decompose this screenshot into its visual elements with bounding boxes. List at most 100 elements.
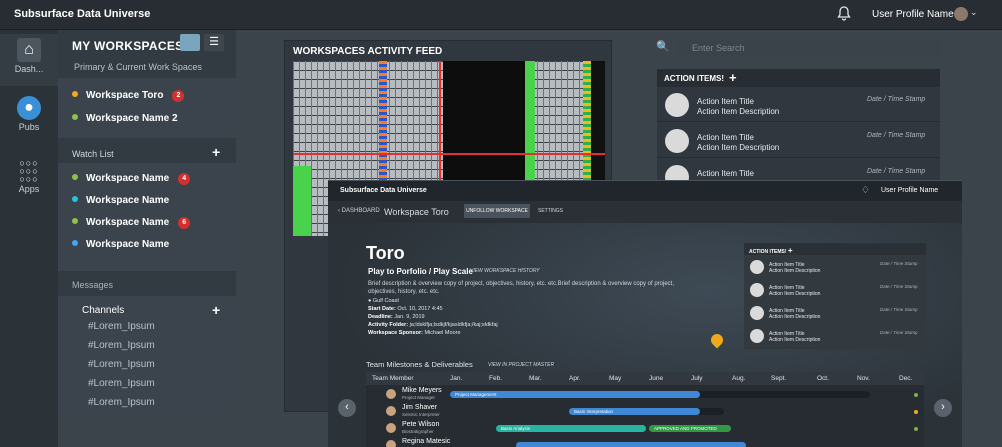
workspace-name: Workspace Name xyxy=(86,239,170,250)
left-rail: ⌂ Dash... ● Pubs ○○○ ○○○ ○○○ Apps xyxy=(0,30,58,447)
action-avatar xyxy=(750,306,764,320)
search-icon: 🔍 xyxy=(656,41,670,53)
action-timestamp: Date / Time Stamp xyxy=(867,168,926,175)
workspace-item[interactable]: Workspace Name xyxy=(72,195,169,213)
history-link[interactable]: VIEW WORKSPACE HISTORY xyxy=(470,268,540,274)
overlay-workspace-name: Workspace Toro xyxy=(384,207,449,217)
add-channel-icon[interactable]: + xyxy=(212,302,220,318)
avatar xyxy=(386,423,396,433)
depth-marker[interactable] xyxy=(293,153,605,155)
deadline: Deadline: Jan. 9, 2019 xyxy=(368,314,425,320)
action-items-title: ACTION ITEMS! xyxy=(664,74,724,83)
list-view-icon[interactable]: ☰ xyxy=(204,34,224,51)
milestones-title: Team Milestones & Deliverables xyxy=(366,360,473,369)
next-arrow-icon[interactable]: › xyxy=(934,399,952,417)
channel-item[interactable]: #Lorem_Ipsum xyxy=(88,340,155,351)
search-input[interactable] xyxy=(678,38,940,57)
settings-link[interactable]: SETTINGS xyxy=(538,208,563,214)
chevron-down-icon[interactable]: ⌄ xyxy=(970,7,978,18)
action-desc: Action Item Description xyxy=(697,143,780,152)
member-name: Pete Wilson xyxy=(402,421,440,428)
channel-item[interactable]: #Lorem_Ipsum xyxy=(88,378,155,389)
action-title: Action Item Title xyxy=(697,97,754,106)
pin-icon xyxy=(72,114,78,120)
tile-view-icon[interactable] xyxy=(180,34,200,51)
workspace-item[interactable]: Workspace Name xyxy=(72,239,169,257)
overlay-action-item[interactable]: Action Item Title Action Item Descriptio… xyxy=(744,256,926,279)
folder-value[interactable]: ja;ldsklfja;lsdkjf/kjasldkfja;/kaj;sldkf… xyxy=(410,322,498,328)
notification-badge: 4 xyxy=(178,173,191,185)
grid-icon: ○○○ ○○○ ○○○ xyxy=(19,158,39,184)
timeline-bar[interactable]: Basin Interpretation xyxy=(569,408,700,415)
workspace-description: Brief description & overview copy of pro… xyxy=(368,281,675,295)
action-timestamp: Date / Time Stamp xyxy=(867,96,926,103)
prev-arrow-icon[interactable]: ‹ xyxy=(338,399,356,417)
action-timestamp: Date / Time Stamp xyxy=(880,330,918,335)
start-value: Oct. 10, 2017 4:45 xyxy=(397,306,443,312)
add-action-icon[interactable]: + xyxy=(788,246,793,255)
add-action-icon[interactable]: + xyxy=(729,70,737,85)
globe-icon: ● xyxy=(17,96,41,120)
column-header: Team Member xyxy=(372,375,414,382)
action-item[interactable]: Action Item Title Action Item Descriptio… xyxy=(657,88,940,122)
watch-list: Workspace Name 4 Workspace Name Workspace… xyxy=(58,163,236,271)
action-desc: Action Item Description xyxy=(769,314,821,320)
back-link[interactable]: ‹ DASHBOARD xyxy=(338,208,380,214)
bell-icon[interactable] xyxy=(836,6,852,22)
avatar xyxy=(386,389,396,399)
avatar xyxy=(386,406,396,416)
profile-name[interactable]: User Profile Name xyxy=(872,9,954,20)
table-row[interactable]: Jim Shaver Seismic Interpreter Basin Int… xyxy=(366,403,924,420)
rail-item-apps[interactable]: ○○○ ○○○ ○○○ Apps xyxy=(0,154,58,206)
sponsor: Workspace Sponsor: Michael Moore xyxy=(368,330,461,336)
action-desc: Action Item Description xyxy=(769,337,821,343)
workspace-item[interactable]: Workspace Name 2 xyxy=(72,113,178,131)
unfollow-button[interactable]: UNFOLLOW WORKSPACE xyxy=(464,204,530,218)
timeline-bar[interactable] xyxy=(516,442,746,447)
overlay-action-item[interactable]: Action Item Title Action Item Descriptio… xyxy=(744,325,926,348)
rail-item-pubs[interactable]: ● Pubs xyxy=(0,92,58,144)
table-row[interactable]: Pete Wilson Biostratigrapher Basin Analy… xyxy=(366,420,924,437)
status-dot xyxy=(914,427,918,431)
workspace-name: Workspace Name xyxy=(86,195,170,206)
pin-icon xyxy=(72,218,78,224)
messages-label: Messages xyxy=(72,280,114,290)
add-watch-icon[interactable]: + xyxy=(212,144,220,160)
action-item[interactable]: Action Item Title Action Item Descriptio… xyxy=(657,124,940,158)
watch-list-label: Watch List xyxy=(72,149,114,159)
overlay-action-title: ACTION ITEMS! + xyxy=(749,246,793,255)
member-name: Regina Matesic xyxy=(402,438,451,445)
overlay-action-header: ACTION ITEMS! + xyxy=(744,243,926,255)
avatar[interactable] xyxy=(954,7,968,21)
bell-icon[interactable]: ♢ xyxy=(861,185,870,196)
column-header: May xyxy=(609,375,622,382)
rail-item-dashboard[interactable]: ⌂ Dash... xyxy=(0,34,58,86)
timeline-bar[interactable]: Basin Analysis xyxy=(496,425,646,432)
table-row[interactable]: Mike Meyers Project Manager Project Mana… xyxy=(366,386,924,403)
action-title: Action Item Title xyxy=(697,169,754,178)
table-row[interactable]: Regina Matesic xyxy=(366,437,924,447)
primary-workspaces: Workspace Toro 2 Workspace Name 2 xyxy=(58,78,236,138)
avatar xyxy=(386,440,396,447)
action-items-panel: ACTION ITEMS! + Action Item Title Action… xyxy=(657,69,940,194)
overlay-profile-name[interactable]: User Profile Name xyxy=(881,187,938,194)
workspaces-panel: MY WORKSPACES ☰ Primary & Current Work S… xyxy=(58,30,236,410)
location: ● Gulf Coast xyxy=(368,298,399,304)
project-master-link[interactable]: VIEW IN PROJECT MASTER xyxy=(488,362,554,368)
overlay-action-item[interactable]: Action Item Title Action Item Descriptio… xyxy=(744,279,926,302)
channel-item[interactable]: #Lorem_Ipsum xyxy=(88,321,155,332)
workspaces-subheading: Primary & Current Work Spaces xyxy=(74,62,202,72)
column-header: July xyxy=(691,375,703,382)
log-curve xyxy=(293,166,311,236)
action-desc: Action Item Description xyxy=(769,291,821,297)
workspace-item[interactable]: Workspace Name 6 xyxy=(72,217,191,235)
channel-item[interactable]: #Lorem_Ipsum xyxy=(88,359,155,370)
overlay-subbar: ‹ DASHBOARD Workspace Toro UNFOLLOW WORK… xyxy=(328,201,962,223)
workspace-item[interactable]: Workspace Toro 2 xyxy=(72,90,185,108)
location-text: Gulf Coast xyxy=(372,298,399,304)
workspace-item[interactable]: Workspace Name 4 xyxy=(72,173,191,191)
overlay-action-item[interactable]: Action Item Title Action Item Descriptio… xyxy=(744,302,926,325)
channel-item[interactable]: #Lorem_Ipsum xyxy=(88,397,155,408)
timeline-bar[interactable]: Project Management xyxy=(450,391,700,398)
notification-badge: 6 xyxy=(178,217,191,229)
